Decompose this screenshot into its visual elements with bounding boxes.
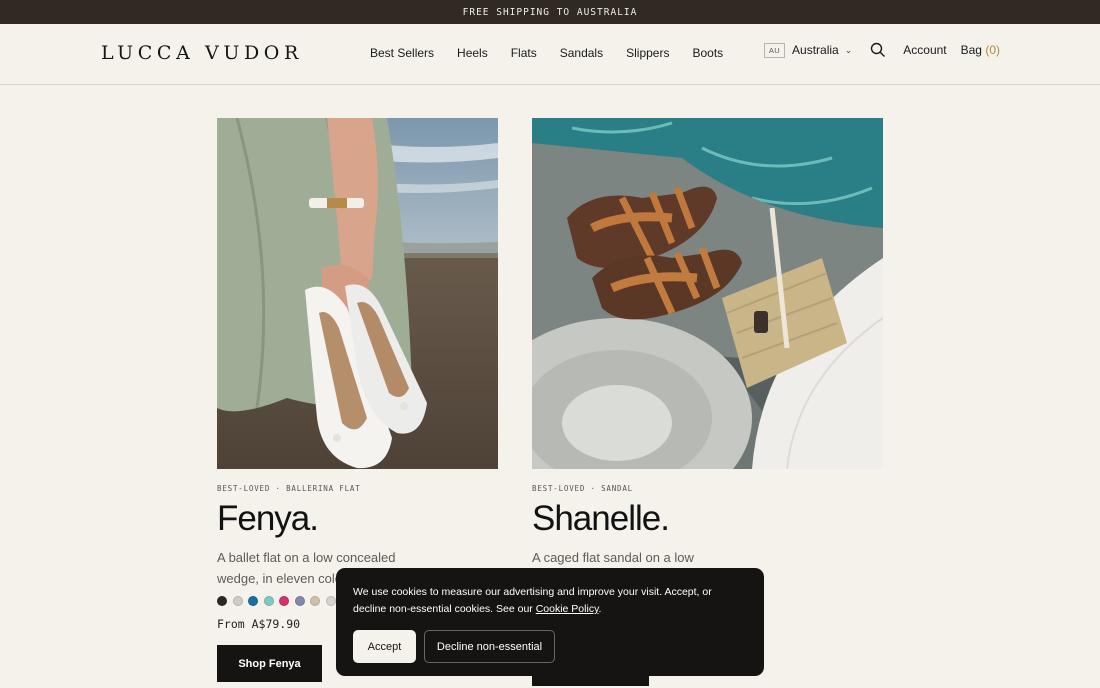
decline-cookies-button[interactable]: Decline non-essential (424, 630, 555, 663)
color-swatch[interactable] (263, 596, 274, 606)
nav-heels[interactable]: Heels (457, 46, 488, 60)
cookie-actions: Accept Decline non-essential (353, 630, 747, 663)
header-utilities: AU Australia ⌄ Account Bag (0) (763, 42, 1000, 58)
country-label: Australia (792, 43, 839, 57)
cookie-message: We use cookies to measure our advertisin… (353, 584, 733, 618)
account-link[interactable]: Account (903, 43, 946, 57)
product-name[interactable]: Fenya. (217, 499, 498, 539)
main-nav: Best Sellers Heels Flats Sandals Slipper… (370, 46, 723, 60)
product-image-fenya[interactable] (217, 118, 498, 469)
product-name[interactable]: Shanelle. (532, 499, 883, 539)
bag-link[interactable]: Bag (0) (961, 43, 1000, 57)
product-kicker: BEST-LOVED · SANDAL (532, 484, 633, 493)
nav-best-sellers[interactable]: Best Sellers (370, 46, 434, 60)
nav-flats[interactable]: Flats (511, 46, 537, 60)
color-swatch[interactable] (248, 596, 258, 606)
announcement-bar: FREE SHIPPING TO AUSTRALIA (0, 0, 1100, 24)
site-header: LUCCA VUDOR Best Sellers Heels Flats San… (0, 24, 1100, 85)
cookie-policy-link[interactable]: Cookie Policy (536, 603, 599, 615)
country-code-badge: AU (763, 42, 786, 58)
product-card-shanelle: BEST-LOVED · SANDAL Shanelle. A caged fl… (532, 118, 883, 589)
chevron-down-icon: ⌄ (844, 44, 853, 55)
bag-count: (0) (985, 43, 1000, 57)
accept-cookies-button[interactable]: Accept (353, 630, 416, 663)
color-swatch[interactable] (310, 596, 320, 606)
country-selector[interactable]: Australia ⌄ (792, 43, 852, 57)
nav-sandals[interactable]: Sandals (560, 46, 603, 60)
product-kicker: BEST-LOVED · BALLERINA FLAT (217, 484, 361, 493)
color-swatch[interactable] (279, 596, 289, 606)
cookie-text: We use cookies to measure our advertisin… (353, 586, 712, 615)
search-icon[interactable] (870, 42, 886, 58)
nav-slippers[interactable]: Slippers (626, 46, 669, 60)
cookie-text-end: . (598, 603, 602, 615)
cookie-banner: We use cookies to measure our advertisin… (336, 568, 764, 676)
announcement-text: FREE SHIPPING TO AUSTRALIA (462, 6, 638, 18)
color-swatch[interactable] (325, 596, 336, 606)
bag-label: Bag (960, 43, 982, 57)
color-swatch[interactable] (294, 596, 305, 606)
product-image-shanelle[interactable] (532, 118, 883, 469)
shop-fenya-button[interactable]: Shop Fenya (217, 645, 322, 682)
nav-boots[interactable]: Boots (692, 46, 723, 60)
color-swatch[interactable] (232, 596, 243, 606)
color-swatch[interactable] (217, 596, 227, 606)
brand-logo[interactable]: LUCCA VUDOR (101, 42, 303, 64)
